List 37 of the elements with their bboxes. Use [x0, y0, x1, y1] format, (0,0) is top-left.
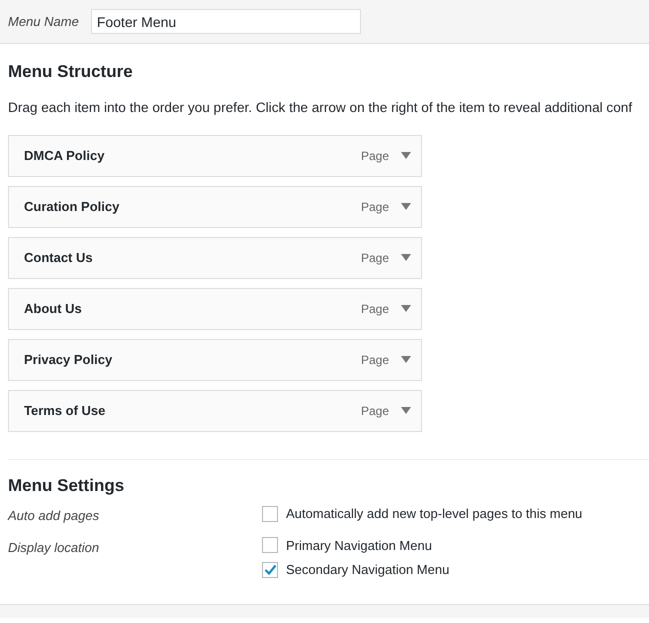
section-heading: Menu Structure	[8, 62, 134, 82]
menu-item[interactable]: DMCA Policy Page	[8, 134, 422, 177]
checkbox-label[interactable]: Automatically add new top-level pages to this menu	[286, 504, 582, 524]
setting-label: Display location	[8, 538, 100, 557]
menu-item-title: Curation Policy	[24, 198, 120, 216]
setting-label: Auto add pages	[8, 507, 100, 526]
menu-item[interactable]: Privacy Policy Page	[8, 338, 422, 381]
item-type-label: Page	[360, 352, 389, 369]
menu-item-title: DMCA Policy	[24, 147, 106, 166]
caret-icon[interactable]	[401, 305, 411, 312]
menu-item-title: About Us	[24, 300, 83, 318]
menu-name-label: Menu Name	[8, 12, 79, 31]
item-type-label: Page	[360, 148, 389, 165]
menu-name-field[interactable]: Footer Menu	[90, 9, 361, 34]
item-type-label: Page	[360, 250, 389, 267]
caret-icon[interactable]	[401, 356, 411, 364]
item-type-label: Page	[360, 402, 389, 420]
section-heading: Menu Settings	[8, 476, 126, 496]
menu-item-title: Contact Us	[24, 249, 94, 268]
menu-item[interactable]: Curation Policy Page	[8, 186, 422, 228]
checkbox[interactable]	[262, 562, 278, 578]
caret-icon[interactable]	[401, 152, 411, 160]
item-type-label: Page	[360, 300, 389, 318]
caret-icon[interactable]	[401, 254, 411, 262]
menu-item-title: Privacy Policy	[24, 351, 114, 370]
instructions-text: Drag each item into the order you prefer. Click the arrow on the right of the item to reveal additional conf	[8, 99, 634, 118]
checkbox[interactable]	[262, 506, 278, 522]
menu-item-title: Terms of Use	[24, 402, 106, 420]
checkbox-label[interactable]: Secondary Navigation Menu	[286, 560, 450, 580]
caret-icon[interactable]	[401, 203, 411, 210]
menu-item[interactable]: Terms of Use Page	[8, 390, 422, 432]
checkbox-label[interactable]: Primary Navigation Menu	[286, 536, 432, 556]
caret-icon[interactable]	[401, 407, 411, 414]
item-type-label: Page	[360, 198, 389, 216]
menu-item[interactable]: About Us Page	[8, 288, 422, 330]
menu-item[interactable]: Contact Us Page	[8, 236, 422, 279]
checkbox[interactable]	[262, 537, 278, 554]
